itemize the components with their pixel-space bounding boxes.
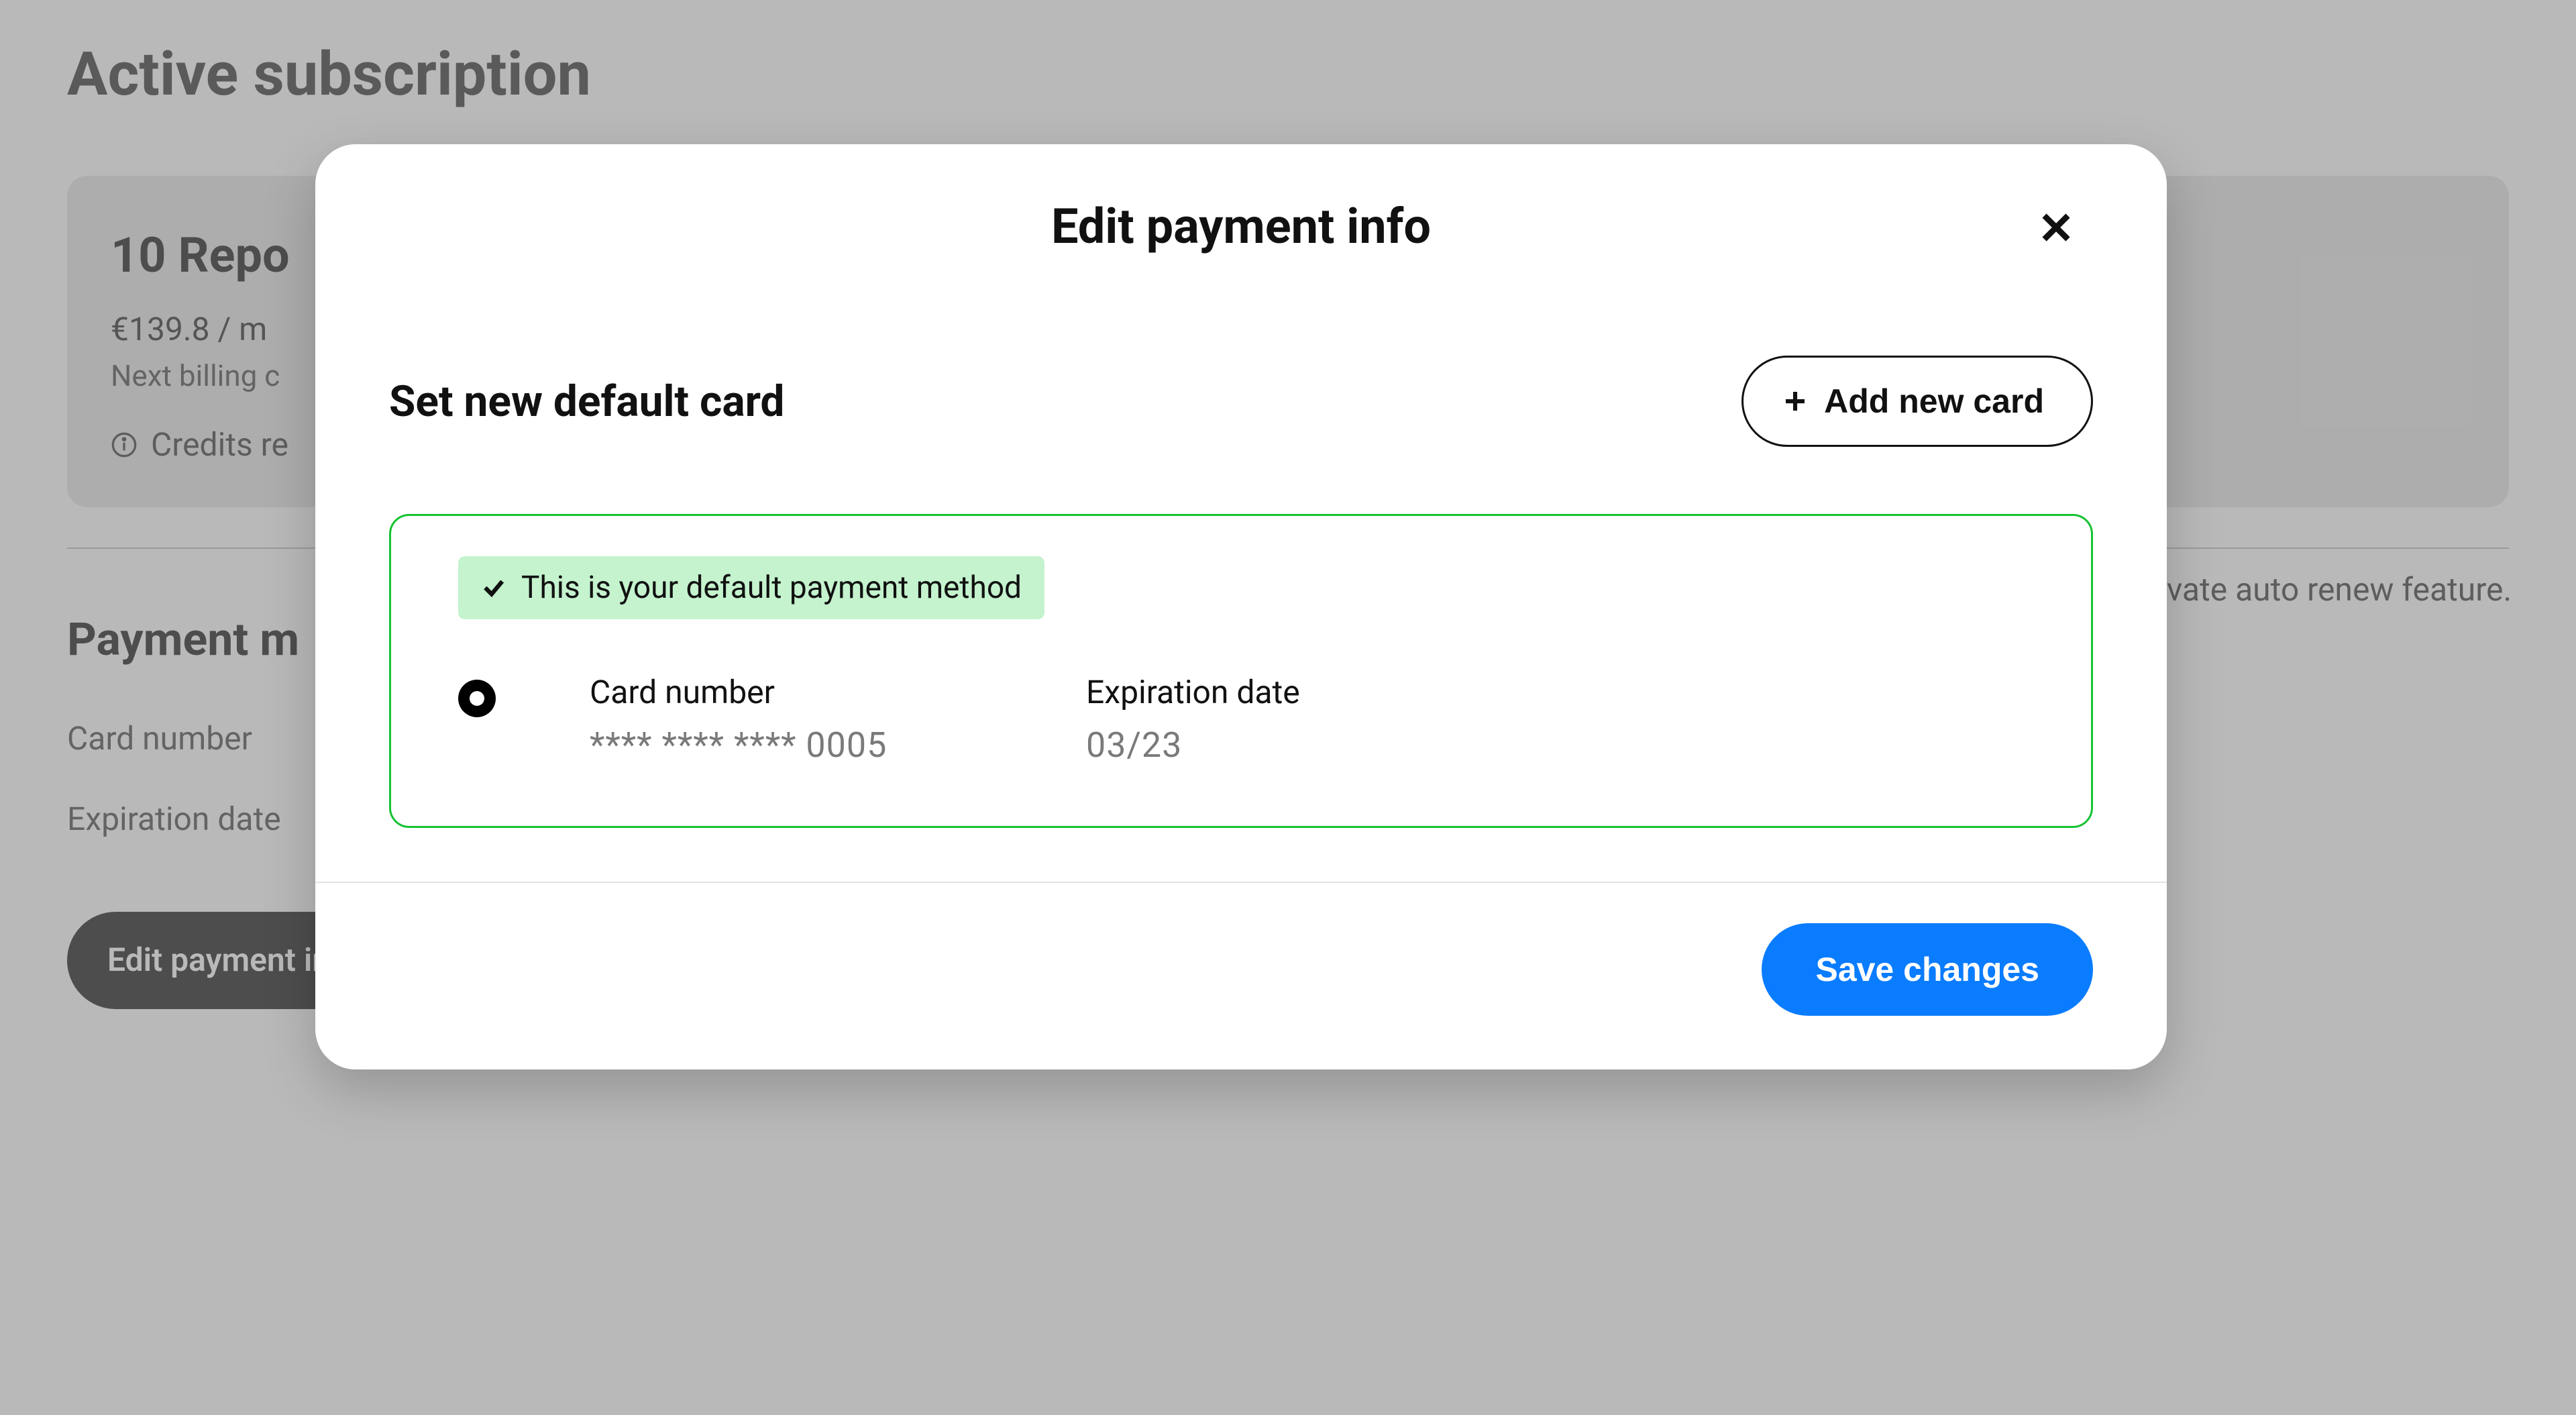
modal-body: Set new default card Add new card This i… bbox=[315, 262, 2167, 882]
card-radio[interactable] bbox=[458, 673, 496, 717]
radio-selected-icon bbox=[458, 680, 496, 717]
modal-subtitle: Set new default card bbox=[389, 376, 784, 427]
add-new-card-label: Add new card bbox=[1824, 382, 2044, 421]
expiration-value: 03/23 bbox=[1086, 725, 1489, 766]
close-button[interactable] bbox=[2033, 205, 2080, 252]
card-number-column: Card number **** **** **** 0005 bbox=[590, 673, 992, 766]
close-icon bbox=[2036, 207, 2076, 248]
plus-icon bbox=[1781, 387, 1809, 415]
card-number-value: **** **** **** 0005 bbox=[590, 725, 992, 766]
modal-footer: Save changes bbox=[315, 882, 2167, 1069]
expiration-column: Expiration date 03/23 bbox=[1086, 673, 1489, 766]
modal-header: Edit payment info bbox=[315, 144, 2167, 262]
modal-title: Edit payment info bbox=[396, 198, 2086, 255]
save-changes-button[interactable]: Save changes bbox=[1762, 923, 2093, 1016]
default-method-badge: This is your default payment method bbox=[458, 556, 1044, 619]
default-method-text: This is your default payment method bbox=[521, 570, 1022, 606]
edit-payment-modal: Edit payment info Set new default card A… bbox=[315, 144, 2167, 1069]
save-changes-label: Save changes bbox=[1815, 951, 2039, 988]
payment-card-option[interactable]: This is your default payment method Card… bbox=[389, 514, 2093, 828]
card-number-label: Card number bbox=[590, 673, 992, 711]
expiration-label: Expiration date bbox=[1086, 673, 1489, 711]
check-icon bbox=[481, 575, 506, 600]
add-new-card-button[interactable]: Add new card bbox=[1741, 356, 2093, 447]
